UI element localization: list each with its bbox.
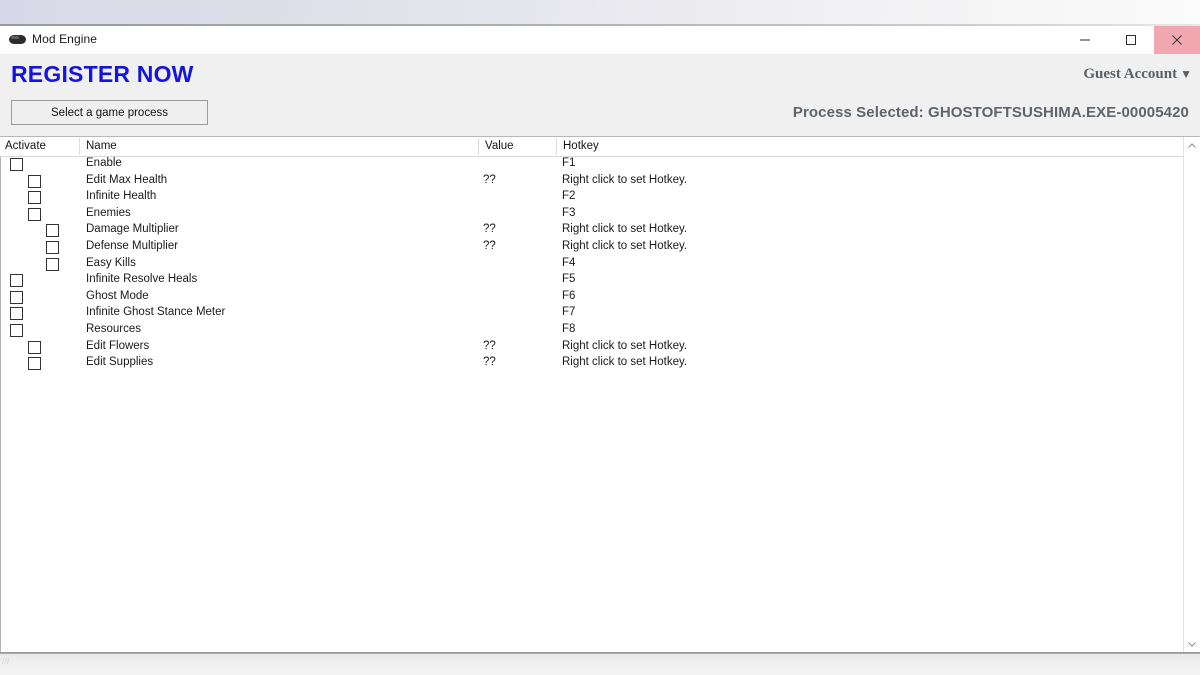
cheat-name: Defense Multiplier (86, 239, 179, 252)
activate-checkbox[interactable] (10, 307, 23, 321)
chevron-down-icon: ▼ (1180, 67, 1192, 81)
cheat-value[interactable]: ?? (483, 240, 496, 252)
activate-checkbox[interactable] (46, 224, 59, 238)
table-row[interactable]: Edit Flowers?? Right click to set Hotkey. (0, 339, 1180, 356)
cheat-name: Infinite Health (86, 190, 157, 203)
cheat-row-list: Enable F1 Edit Max Health?? Right click to … (0, 156, 1180, 372)
minimize-icon (1080, 39, 1090, 41)
activate-checkbox[interactable] (28, 357, 41, 371)
gamepad-icon (9, 34, 26, 45)
cheat-name: Edit Flowers (86, 339, 150, 352)
cheat-hotkey[interactable]: Right click to set Hotkey. (562, 356, 687, 368)
table-row[interactable]: Infinite Ghost Stance Meter F7 (0, 305, 1180, 322)
status-bar: /// (0, 653, 1200, 675)
cheat-hotkey[interactable]: Right click to set Hotkey. (562, 240, 687, 252)
table-row[interactable]: Infinite Health F2 (0, 189, 1180, 206)
cheat-hotkey[interactable]: F2 (562, 190, 575, 202)
cheat-hotkey[interactable]: Right click to set Hotkey. (562, 223, 687, 235)
maximize-button[interactable] (1108, 26, 1154, 54)
activate-checkbox[interactable] (28, 340, 41, 354)
register-now-link[interactable]: REGISTER NOW (11, 61, 194, 88)
process-selected-label: Process Selected: GHOSTOFTSUSHIMA.EXE-00… (792, 104, 1189, 121)
maximize-icon (1126, 35, 1136, 45)
cheat-value[interactable]: ?? (483, 356, 496, 368)
cheat-hotkey[interactable]: F7 (562, 306, 575, 318)
cheat-name: Infinite Ghost Stance Meter (86, 306, 226, 319)
scrollbar-track[interactable] (1184, 154, 1200, 635)
column-header-value[interactable]: Value (485, 140, 514, 152)
cheat-name: Damage Multiplier (86, 223, 179, 236)
table-row[interactable]: Infinite Resolve Heals F5 (0, 272, 1180, 289)
chevron-up-icon (1188, 142, 1196, 148)
activate-checkbox[interactable] (10, 274, 23, 288)
column-header-name[interactable]: Name (86, 140, 117, 152)
table-row[interactable]: Resources F8 (0, 322, 1180, 339)
column-header-hotkey[interactable]: Hotkey (563, 140, 599, 152)
cheat-hotkey[interactable]: F1 (562, 157, 575, 169)
minimize-button[interactable] (1062, 26, 1108, 54)
select-game-process-button[interactable]: Select a game process (11, 100, 208, 125)
cheat-value[interactable]: ?? (483, 223, 496, 235)
cheat-hotkey[interactable]: F3 (562, 207, 575, 219)
process-toolbar: Select a game process Process Selected: … (0, 92, 1200, 136)
cheat-value[interactable]: ?? (483, 340, 496, 352)
account-menu-label: Guest Account (1083, 66, 1178, 82)
cheat-name: Edit Supplies (86, 356, 154, 369)
cheat-table-panel: Activate Name Value Hotkey Enable F1 Edit … (0, 136, 1200, 653)
cheat-hotkey[interactable]: F6 (562, 290, 575, 302)
table-row[interactable]: Enable F1 (0, 156, 1180, 173)
cheat-name: Ghost Mode (86, 289, 149, 302)
column-separator[interactable] (478, 138, 479, 155)
table-row[interactable]: Easy Kills F4 (0, 256, 1180, 273)
table-row[interactable]: Enemies F3 (0, 206, 1180, 223)
activate-checkbox[interactable] (28, 174, 41, 188)
chevron-down-icon (1188, 641, 1196, 647)
activate-checkbox[interactable] (10, 158, 23, 171)
activate-checkbox[interactable] (28, 207, 41, 221)
vertical-scrollbar[interactable] (1183, 137, 1200, 652)
window-title: Mod Engine (32, 32, 98, 46)
activate-checkbox[interactable] (10, 323, 23, 337)
desktop-background (0, 0, 1200, 26)
cheat-hotkey[interactable]: Right click to set Hotkey. (562, 340, 687, 352)
close-icon (1172, 35, 1182, 45)
resize-grip-icon: /// (2, 656, 10, 666)
cheat-value[interactable]: ?? (483, 174, 496, 186)
table-row[interactable]: Edit Supplies?? Right click to set Hotkey… (0, 355, 1180, 372)
table-header-row: Activate Name Value Hotkey (0, 137, 1200, 157)
column-header-activate[interactable]: Activate (5, 140, 46, 152)
cheat-hotkey[interactable]: F5 (562, 273, 575, 285)
cheat-name: Infinite Resolve Heals (86, 273, 198, 286)
table-row[interactable]: Defense Multiplier?? Right click to set H… (0, 239, 1180, 256)
cheat-name: Easy Kills (86, 256, 136, 269)
cheat-hotkey[interactable]: Right click to set Hotkey. (562, 174, 687, 186)
table-row[interactable]: Ghost Mode F6 (0, 289, 1180, 306)
cheat-name: Resources (86, 322, 141, 335)
application-window: Mod Engine REGISTER NOW Guest Account ▼ S… (0, 26, 1200, 675)
activate-checkbox[interactable] (46, 240, 59, 254)
cheat-hotkey[interactable]: F4 (562, 257, 575, 269)
scroll-up-button[interactable] (1184, 137, 1200, 154)
table-row[interactable]: Edit Max Health?? Right click to set Hotk… (0, 173, 1180, 190)
column-separator[interactable] (556, 138, 557, 155)
cheat-name: Edit Max Health (86, 173, 168, 186)
activate-checkbox[interactable] (28, 191, 41, 205)
account-menu[interactable]: Guest Account ▼ (1083, 66, 1192, 83)
close-button[interactable] (1154, 26, 1200, 54)
title-bar[interactable]: Mod Engine (0, 26, 1200, 55)
cheat-name: Enable (86, 157, 122, 169)
activate-checkbox[interactable] (46, 257, 59, 271)
table-row[interactable]: Damage Multiplier?? Right click to set Ho… (0, 222, 1180, 239)
promo-header: REGISTER NOW Guest Account ▼ (0, 54, 1200, 92)
column-separator[interactable] (79, 138, 80, 155)
scroll-down-button[interactable] (1184, 635, 1200, 652)
cheat-name: Enemies (86, 206, 131, 219)
activate-checkbox[interactable] (10, 290, 23, 304)
cheat-hotkey[interactable]: F8 (562, 323, 575, 335)
